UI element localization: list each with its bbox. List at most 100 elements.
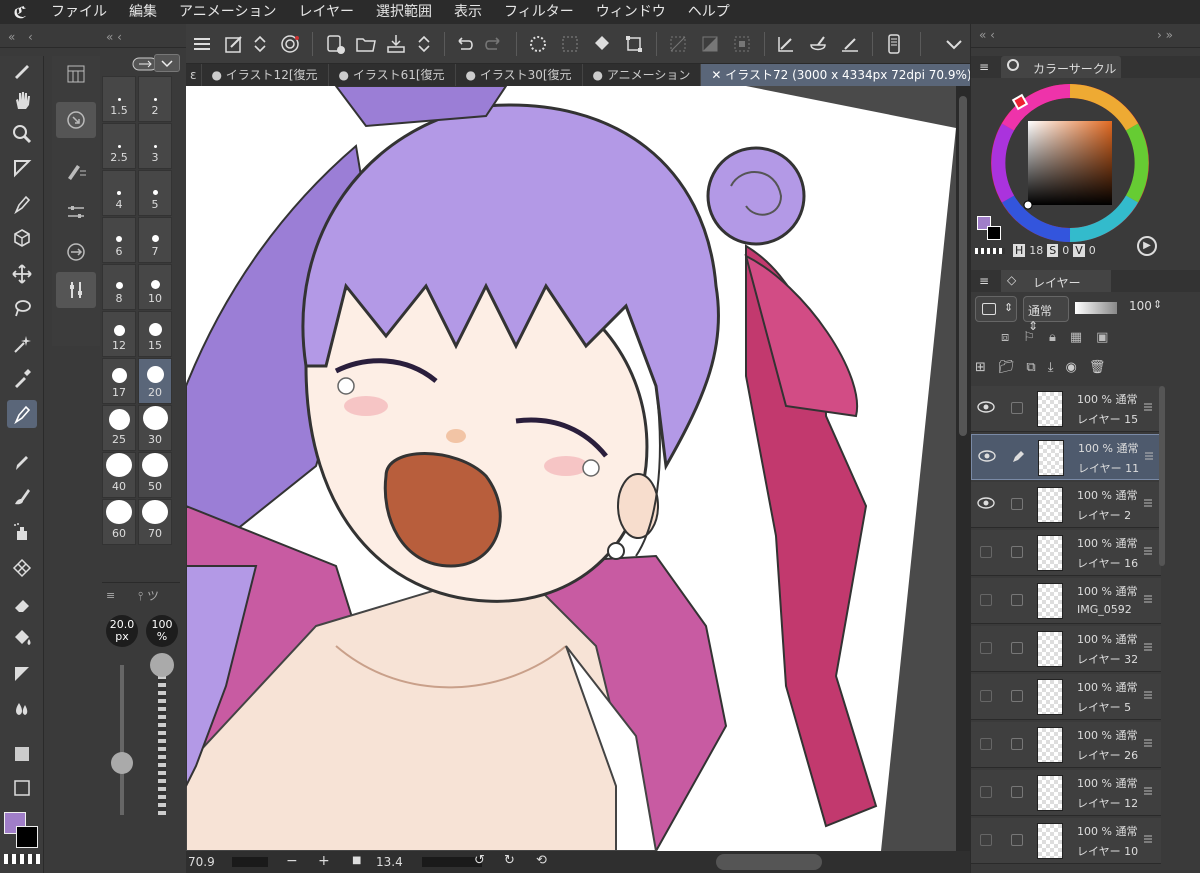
menu-help[interactable]: ヘルプ bbox=[677, 0, 741, 24]
menu-animation[interactable]: アニメーション bbox=[168, 0, 287, 24]
frame-tool-icon[interactable] bbox=[7, 774, 37, 802]
visibility-toggle[interactable] bbox=[980, 546, 992, 558]
smartphone-icon[interactable] bbox=[882, 32, 906, 56]
brush-size-slider-track[interactable] bbox=[120, 665, 124, 815]
layer-select-checkbox[interactable] bbox=[1011, 642, 1023, 654]
color-wheel[interactable] bbox=[989, 82, 1151, 244]
brush-size-cell[interactable]: 17 bbox=[102, 358, 136, 404]
magic-wand-icon[interactable] bbox=[7, 330, 37, 358]
decoration-tool-icon[interactable] bbox=[7, 554, 37, 582]
zoom-out-button[interactable]: − bbox=[286, 853, 298, 869]
layer-select-checkbox[interactable] bbox=[1011, 402, 1023, 414]
visibility-toggle[interactable] bbox=[980, 594, 992, 606]
collapse-left-icon[interactable]: «‹ bbox=[8, 30, 36, 42]
shape-tool-icon[interactable] bbox=[7, 740, 37, 768]
rotate-left-icon[interactable]: ↺ bbox=[474, 853, 485, 868]
tab-ilust-30[interactable]: ● イラスト30[復元 bbox=[456, 64, 583, 86]
visibility-toggle[interactable] bbox=[980, 834, 992, 846]
rotate-right-icon[interactable]: ↻ bbox=[504, 853, 515, 868]
fit-screen-icon[interactable]: ■ bbox=[352, 855, 361, 866]
layer-row[interactable]: 100 % 通常 レイヤー 11 bbox=[971, 434, 1161, 480]
lock-transparent-icon[interactable]: ▦ bbox=[1070, 330, 1082, 352]
tab-ilust-12[interactable]: ε bbox=[186, 64, 202, 86]
pen-tool-selected-icon[interactable] bbox=[7, 400, 37, 428]
sub-tool-switch-icon[interactable] bbox=[56, 234, 96, 270]
zoom-value[interactable]: 70.9 bbox=[188, 855, 215, 869]
fill-tool-icon[interactable] bbox=[7, 624, 37, 652]
save-arrows-icon[interactable] bbox=[412, 32, 436, 56]
visibility-toggle[interactable] bbox=[980, 738, 992, 750]
opacity-slider-knob[interactable] bbox=[150, 653, 174, 677]
slider-panel-tab[interactable]: ⫯ ツ bbox=[138, 587, 159, 604]
airbrush-tool-icon[interactable] bbox=[7, 518, 37, 546]
brush-panel-menu-button[interactable] bbox=[154, 54, 180, 72]
layer-select-checkbox[interactable] bbox=[1011, 498, 1023, 510]
layer-mask-icon[interactable]: ◉ bbox=[1065, 360, 1076, 382]
menu-edit[interactable]: 編集 bbox=[118, 0, 168, 24]
eraser-tool-icon[interactable] bbox=[7, 590, 37, 618]
visibility-toggle[interactable] bbox=[980, 786, 992, 798]
pencil-tool-icon[interactable] bbox=[7, 448, 37, 476]
brush-size-cell[interactable]: 2.5 bbox=[102, 123, 136, 169]
up-down-icon[interactable] bbox=[248, 32, 272, 56]
ruler-snap-icon[interactable] bbox=[774, 32, 798, 56]
layer-row[interactable]: 100 % 通常 レイヤー 15 bbox=[971, 386, 1161, 432]
tab-ilust-72-active[interactable]: ✕ イラスト72 (3000 x 4334px 72dpi 70.9%) bbox=[701, 64, 983, 86]
app-logo-icon[interactable]: ℭ bbox=[0, 0, 40, 24]
delete-layer-icon[interactable]: 🗑︎ bbox=[1089, 360, 1106, 382]
brush-size-cell[interactable]: 50 bbox=[138, 452, 172, 498]
menu-selection[interactable]: 選択範囲 bbox=[365, 0, 443, 24]
layer-row[interactable]: 100 % 通常 レイヤー 26 bbox=[971, 722, 1161, 768]
layer-menu-icon[interactable] bbox=[1143, 786, 1153, 796]
menu-filter[interactable]: フィルター bbox=[493, 0, 585, 24]
sub-tool-brush-size-icon[interactable] bbox=[56, 272, 96, 308]
open-folder-icon[interactable] bbox=[354, 32, 378, 56]
layer-row[interactable]: 100 % 通常 レイヤー 12 bbox=[971, 770, 1161, 816]
sub-tool-grid-icon[interactable] bbox=[56, 56, 96, 92]
brush-size-slider-knob[interactable] bbox=[111, 751, 133, 774]
brush-size-cell[interactable]: 40 bbox=[102, 452, 136, 498]
brush-size-cell[interactable]: 60 bbox=[102, 499, 136, 545]
command-bar-collapse-icon[interactable] bbox=[942, 32, 966, 56]
menu-file[interactable]: ファイル bbox=[40, 0, 118, 24]
layer-tab[interactable]: ◇ レイヤー bbox=[1001, 270, 1111, 292]
new-raster-layer-icon[interactable]: ⊞ bbox=[975, 360, 986, 382]
layer-opacity-slider[interactable] bbox=[1075, 302, 1117, 314]
layer-color-mode-select[interactable]: ⇕ bbox=[975, 296, 1017, 322]
play-icon[interactable]: ▶ bbox=[1137, 236, 1157, 256]
collapse-brush-panel-icon[interactable]: « ‹ bbox=[106, 30, 130, 42]
layer-menu-icon[interactable] bbox=[1143, 642, 1153, 652]
3d-object-icon[interactable] bbox=[7, 224, 37, 252]
spiral-icon[interactable] bbox=[278, 32, 302, 56]
menu-view[interactable]: 表示 bbox=[443, 0, 493, 24]
sub-tool-navigator-icon[interactable] bbox=[56, 102, 96, 138]
collapse-right-icon[interactable]: « ‹ bbox=[979, 28, 995, 42]
lasso-tool-icon[interactable] bbox=[7, 294, 37, 322]
vertical-scroll-thumb[interactable] bbox=[959, 96, 967, 436]
move-tool-icon[interactable] bbox=[7, 260, 37, 288]
pen-settings-icon[interactable] bbox=[7, 56, 37, 84]
layer-row[interactable]: 100 % 通常 IMG_0592 bbox=[971, 578, 1161, 624]
color-circle-tab[interactable]: カラーサークル bbox=[1001, 56, 1121, 78]
brush-size-cell[interactable]: 5 bbox=[138, 170, 172, 216]
brush-tool-icon[interactable] bbox=[7, 482, 37, 510]
clip-lower-layer-icon[interactable]: ⧈ bbox=[1001, 330, 1009, 352]
tab-ilust-12-label[interactable]: ● イラスト12[復元 bbox=[202, 64, 329, 86]
snap-grid-icon[interactable] bbox=[838, 32, 862, 56]
operation-tool-icon[interactable] bbox=[7, 154, 37, 182]
sub-tool-pen-list-icon[interactable] bbox=[56, 152, 96, 188]
canvas-vertical-scrollbar[interactable] bbox=[956, 86, 970, 851]
brush-size-cell[interactable]: 25 bbox=[102, 405, 136, 451]
layer-select-checkbox[interactable] bbox=[1011, 690, 1023, 702]
brush-size-cell[interactable]: 1.5 bbox=[102, 76, 136, 122]
expand-selection-icon[interactable] bbox=[730, 32, 754, 56]
hamburger-menu-icon[interactable] bbox=[190, 32, 214, 56]
new-canvas-icon[interactable] bbox=[324, 32, 348, 56]
rotation-value[interactable]: 13.4 bbox=[376, 855, 403, 869]
select-none-icon[interactable] bbox=[666, 32, 690, 56]
layer-menu-icon[interactable] bbox=[1143, 690, 1153, 700]
layer-row[interactable]: 100 % 通常 レイヤー 32 bbox=[971, 626, 1161, 672]
redo-icon[interactable] bbox=[482, 32, 506, 56]
eye-icon[interactable] bbox=[977, 400, 995, 414]
layer-menu-icon[interactable] bbox=[1143, 498, 1153, 508]
